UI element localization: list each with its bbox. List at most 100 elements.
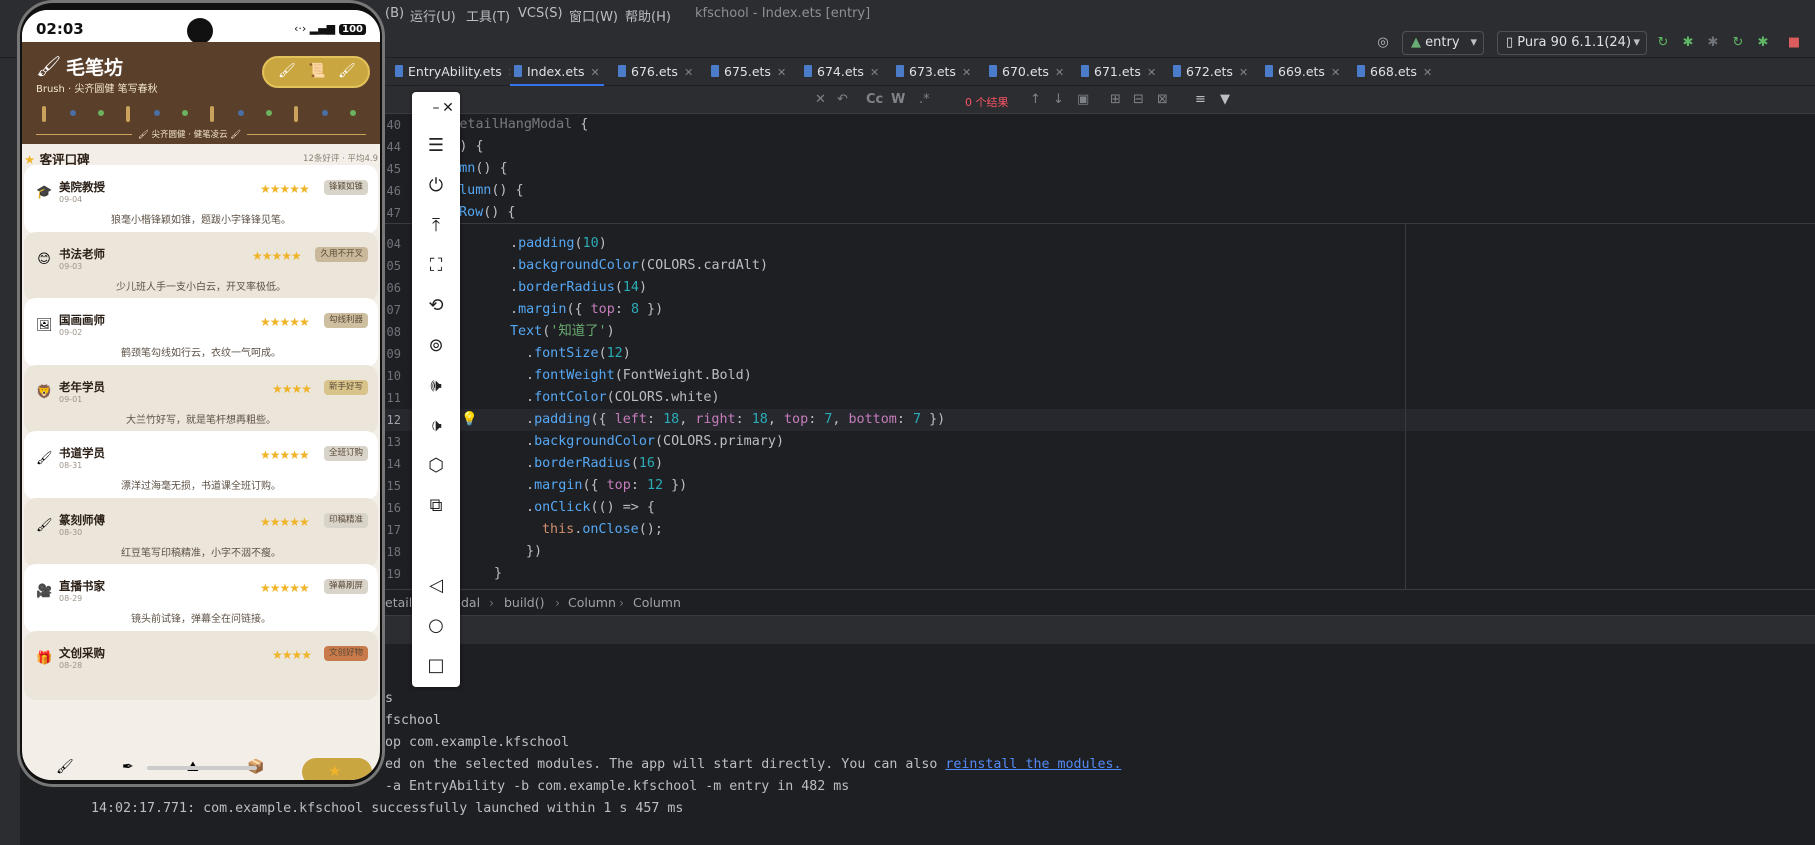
star-rating: ★★★★★ [252, 248, 302, 263]
close-icon[interactable]: ✕ [591, 66, 600, 79]
close-icon[interactable]: ✕ [684, 66, 693, 79]
home-icon[interactable]: ○ [424, 614, 448, 638]
tab-index[interactable]: Index.ets ✕ [510, 58, 604, 86]
decor-bead [154, 110, 160, 116]
review-card[interactable]: 🖌 书道学员 08-31 ★★★★★ 全班订购 漂洋过海毫无损，书道课全班订购。 [24, 431, 378, 500]
select-all-icon[interactable]: ▣ [1077, 92, 1089, 107]
match-case-toggle[interactable]: Cc [866, 92, 883, 107]
apply-changes-icon[interactable]: ↻ [1730, 35, 1746, 51]
tab-label: Index.ets [527, 64, 585, 79]
next-occurrence-icon[interactable]: ↓ [1053, 92, 1064, 107]
whole-word-toggle[interactable]: W [891, 92, 905, 107]
select-all-occurrences-icon[interactable]: ⊠ [1157, 92, 1168, 107]
remove-selection-icon[interactable]: ⊟ [1133, 92, 1144, 107]
attach-debugger-icon[interactable]: ✱ [1705, 35, 1721, 51]
screenshot-icon[interactable]: ⊚ [424, 334, 448, 358]
close-icon[interactable]: ✕ [777, 66, 786, 79]
review-card[interactable]: 🎥 直播书家 08-29 ★★★★★ 弹幕刷屏 镜头前试锋，弹幕全在问链接。 [24, 564, 378, 633]
code-line-current: 12 💡 .padding({ left: 18, right: 18, top: … [385, 409, 1815, 431]
previous-occurrence-icon[interactable]: ↑ [1030, 92, 1041, 107]
profile-icon[interactable]: ✱ [1755, 35, 1771, 51]
ide-window: (B) 运行(U) 工具(T) VCS(S) 窗口(W) 帮助(H) kfsch… [0, 0, 1815, 845]
close-icon[interactable]: ✕ [1239, 66, 1248, 79]
back-icon[interactable]: ◁ [424, 574, 448, 598]
tab-674[interactable]: 674.ets ✕ [804, 58, 879, 86]
reinstall-modules-link[interactable]: reinstall the modules. [945, 757, 1121, 772]
rerun-icon[interactable]: ↻ [1655, 35, 1671, 51]
review-card[interactable]: 🎁 文创采购 08-28 ★★★★ 文创好物 [24, 630, 378, 700]
breadcrumb-item[interactable]: dal [461, 590, 480, 616]
breadcrumb-item[interactable]: build() [504, 590, 545, 616]
home-indicator[interactable] [147, 766, 257, 770]
clear-search-icon[interactable]: ✕ [815, 92, 826, 107]
close-icon[interactable]: ✕ [962, 66, 971, 79]
reviewer-name: 篆刻师傅 [59, 512, 105, 527]
tab-669[interactable]: 669.ets ✕ [1265, 58, 1340, 86]
review-badge: 文创好物 [323, 645, 368, 661]
tab-672[interactable]: 672.ets ✕ [1173, 58, 1248, 86]
multi-device-icon[interactable]: ⧉ [424, 494, 448, 518]
header-action-pill[interactable]: 🖌 📜 🖌 [262, 56, 370, 88]
breadcrumb-item[interactable]: Column [633, 590, 681, 616]
review-card[interactable]: 🦁 老年学员 09-01 ★★★★ 新手好写 大兰竹好写，就是笔杆想再粗些。 [24, 364, 378, 434]
menu-help[interactable]: 帮助(H) [625, 6, 671, 25]
menu-vcs[interactable]: VCS(S) [518, 6, 563, 21]
pin-top-icon[interactable]: ⤒ [424, 214, 448, 238]
regex-toggle[interactable]: .* [919, 92, 930, 107]
review-text: 镜头前试锋，弹幕全在问链接。 [131, 614, 271, 625]
target-icon[interactable]: ◎ [1375, 35, 1391, 51]
phone-screen[interactable]: 02:03 ‹·› ▂▄▆ 100 🖌 毛笔坊 Brush · 尖齐圆健 笔写春秋… [22, 10, 380, 780]
device-select[interactable]: ▯ Pura 90 6.1.1(24) ▾ [1497, 31, 1647, 55]
brush-tab-icon[interactable]: 🖌 [56, 759, 74, 775]
review-card[interactable]: 😊 书法老师 09-03 ★★★★★ 久用不开叉 少儿班人手一支小白云，开叉率极低。 [24, 231, 378, 301]
menu-tools[interactable]: 工具(T) [466, 6, 510, 25]
volume-down-icon[interactable]: 🕩 [424, 414, 448, 438]
pen-tab-icon[interactable]: ✒ [122, 759, 134, 775]
review-card[interactable]: 🖌 篆刻师傅 08-30 ★★★★★ 印稿精准 红豆笔写印稿精准，小字不洇不瘦。 [24, 497, 378, 567]
active-tab[interactable]: ★ [302, 758, 372, 780]
menu-icon[interactable]: ☰ [424, 134, 448, 158]
stop-icon[interactable]: ■ [1786, 35, 1802, 51]
search-in-selection-icon[interactable]: ≡ [1195, 92, 1206, 107]
filter-icon[interactable]: ▼ [1220, 92, 1230, 107]
fold-icon[interactable]: ⬡ [424, 454, 448, 478]
bead-decoration [22, 104, 380, 124]
history-icon[interactable]: ↶ [837, 92, 848, 107]
review-card[interactable]: 🖼 国画画师 09-02 ★★★★★ 勾线利器 鹤颈笔勾线如行云，衣纹一气呵成。 [24, 298, 378, 367]
close-icon[interactable]: ✕ [1055, 66, 1064, 79]
module-select[interactable]: ▲ entry ▾ [1402, 31, 1484, 55]
review-text: 红豆笔写印稿精准，小字不洇不瘦。 [121, 547, 281, 559]
volume-up-icon[interactable]: 🕪 [424, 374, 448, 398]
close-icon[interactable]: ✕ [870, 66, 879, 79]
review-card[interactable]: 🎓 美院教授 09-04 ★★★★★ 锋颖如锥 狼毫小楷锋颖如锥，题跋小字锋锋见笔。 [24, 165, 378, 234]
tab-entryability[interactable]: EntryAbility.ets✕ [395, 58, 517, 86]
tab-676[interactable]: 676.ets ✕ [618, 58, 693, 86]
add-selection-icon[interactable]: ⊞ [1110, 92, 1121, 107]
tab-668[interactable]: 668.ets ✕ [1357, 58, 1432, 86]
code-editor[interactable]: 40ruct DetailHangModal { 44build() { 45C… [385, 114, 1815, 589]
tab-label: 668.ets [1370, 64, 1417, 79]
tab-671[interactable]: 671.ets ✕ [1081, 58, 1156, 86]
breadcrumb-item[interactable]: etail [385, 590, 412, 616]
close-icon[interactable]: ✕ [436, 96, 460, 120]
tab-675[interactable]: 675.ets ✕ [711, 58, 786, 86]
menu-build[interactable]: (B) [385, 6, 404, 21]
power-icon[interactable]: ⏻ [424, 174, 448, 198]
breadcrumb-item[interactable]: Column [568, 590, 616, 616]
tab-673[interactable]: 673.ets ✕ [896, 58, 971, 86]
brush-icon: 🖌 [36, 54, 62, 78]
file-icon [804, 65, 812, 77]
recents-icon[interactable]: □ [424, 654, 448, 678]
rotate-icon[interactable]: ⟲ [424, 294, 448, 318]
crop-icon[interactable]: ⛶ [424, 254, 448, 278]
app-header: 🖌 毛笔坊 Brush · 尖齐圆健 笔写春秋 🖌 📜 🖌 🖌 尖齐圆健 · 健… [22, 42, 380, 144]
tab-670[interactable]: 670.ets ✕ [989, 58, 1064, 86]
bulb-icon[interactable]: 💡 [461, 409, 478, 431]
close-icon[interactable]: ✕ [1423, 66, 1432, 79]
close-icon[interactable]: ✕ [1147, 66, 1156, 79]
close-icon[interactable]: ✕ [1331, 66, 1340, 79]
debug-icon[interactable]: ✱ [1680, 35, 1696, 51]
menu-window[interactable]: 窗口(W) [569, 6, 618, 25]
menu-run[interactable]: 运行(U) [410, 6, 456, 25]
brush-icon: 🖌 [36, 517, 53, 533]
